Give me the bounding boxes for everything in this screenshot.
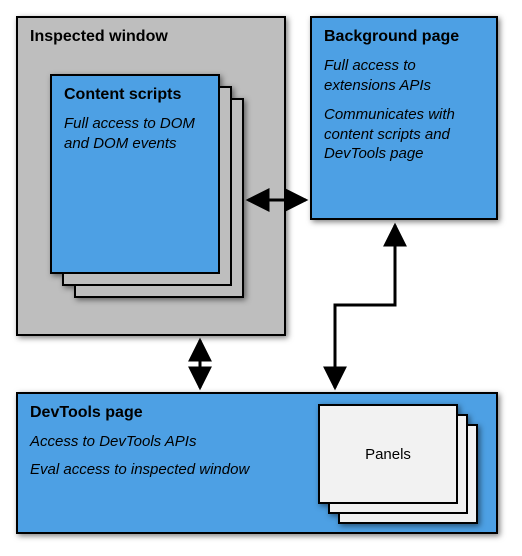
background-page-title: Background page <box>324 28 484 46</box>
background-page-desc1: Full access to extensions APIs <box>324 56 484 95</box>
inspected-window-title: Inspected window <box>30 28 272 46</box>
content-scripts-card-front: Content scripts Full access to DOM and D… <box>50 74 220 274</box>
panels-card-front: Panels <box>318 404 458 504</box>
arrow-background-devtools <box>335 225 395 388</box>
content-scripts-stack: Content scripts Full access to DOM and D… <box>50 74 240 299</box>
panels-label: Panels <box>365 446 411 463</box>
content-scripts-title: Content scripts <box>64 86 206 104</box>
content-scripts-desc: Full access to DOM and DOM events <box>64 114 206 153</box>
background-page-box: Background page Full access to extension… <box>310 16 498 220</box>
background-page-desc2: Communicates with content scripts and De… <box>324 105 484 164</box>
panels-stack: Panels <box>318 404 478 534</box>
diagram-canvas: Inspected window Content scripts Full ac… <box>0 0 522 556</box>
